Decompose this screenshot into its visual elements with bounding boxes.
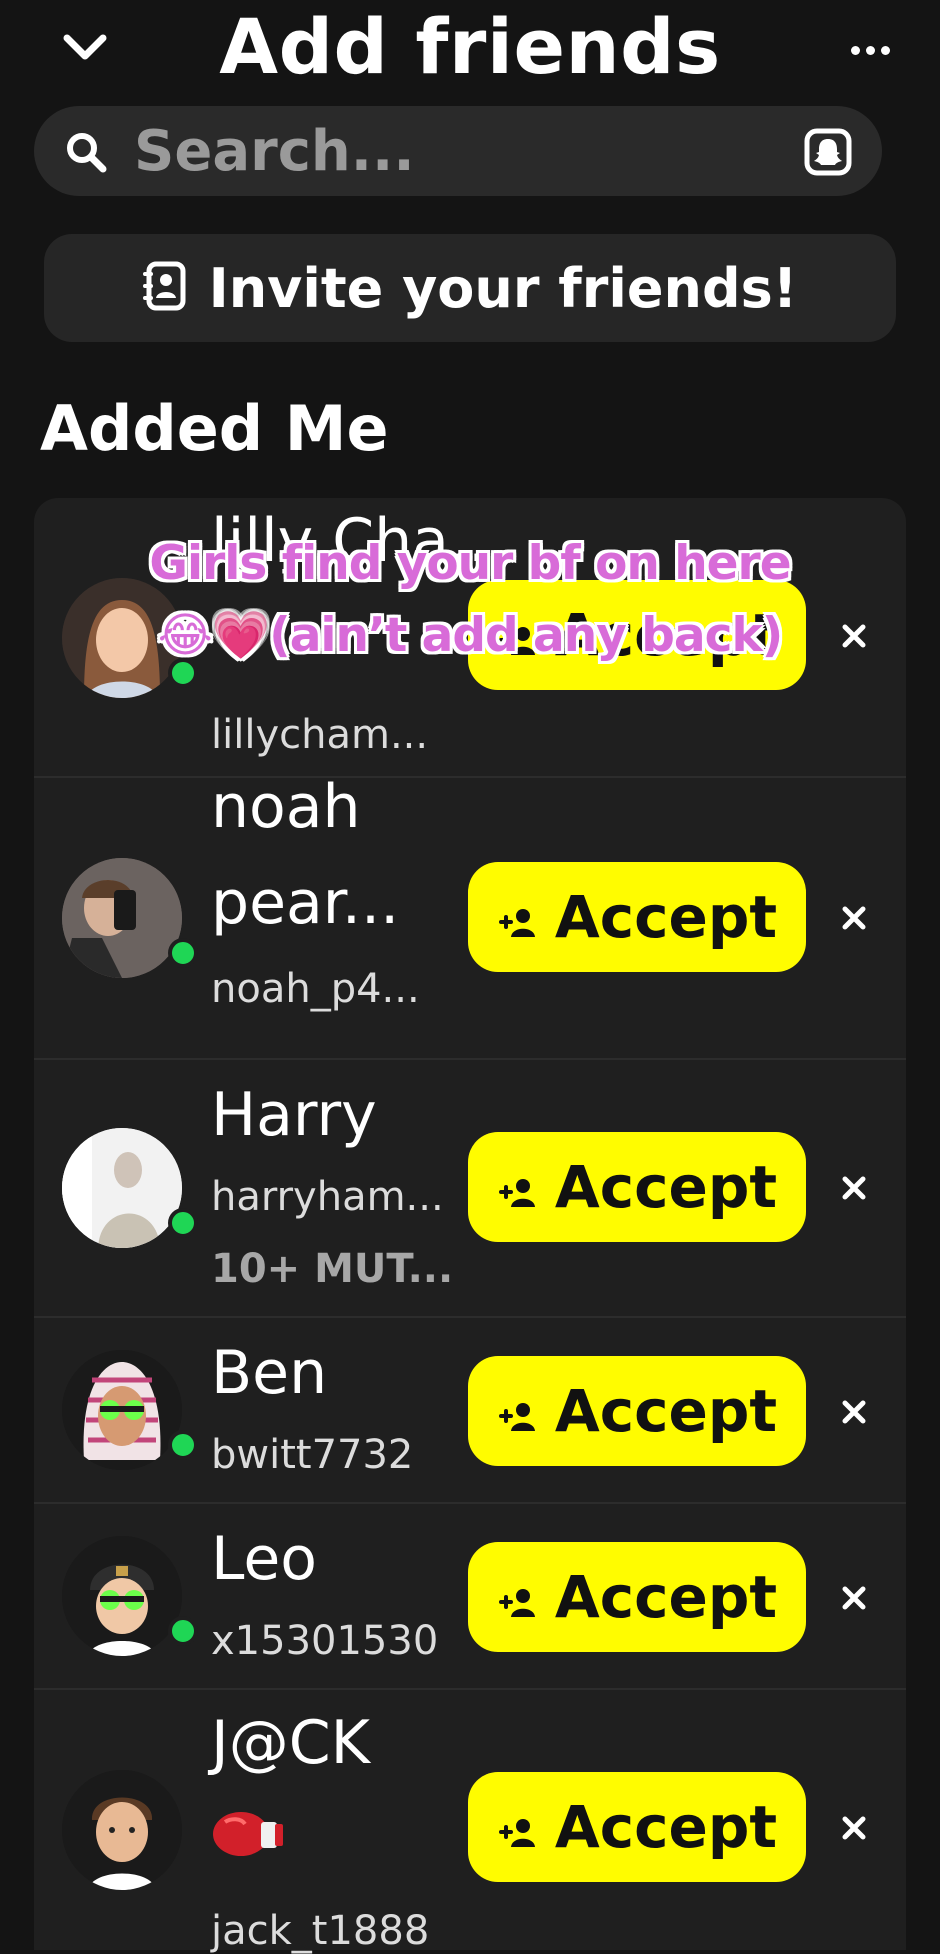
accept-button[interactable]: Accept xyxy=(468,1772,806,1882)
dismiss-icon[interactable] xyxy=(834,616,874,656)
mutual-friends-count: 10+ MUT... xyxy=(211,1246,454,1292)
accept-button[interactable]: Accept xyxy=(468,1132,806,1242)
add-friend-icon xyxy=(497,1563,537,1631)
online-status-dot xyxy=(168,1430,198,1460)
request-username: bwitt7732 xyxy=(211,1432,414,1478)
friend-request-list: lilly Cha... lillycham... Accept noah pe… xyxy=(34,498,906,1954)
invite-label: Invite your friends! xyxy=(208,256,798,320)
request-name: J@CK xyxy=(211,1708,370,1778)
accept-button[interactable]: Accept xyxy=(468,1356,806,1466)
more-options-icon[interactable] xyxy=(840,30,900,70)
avatar xyxy=(62,1128,182,1248)
request-name-continued: pear... xyxy=(211,868,400,938)
dismiss-icon[interactable] xyxy=(834,1168,874,1208)
snapcode-scan-icon[interactable] xyxy=(804,128,852,180)
dismiss-icon[interactable] xyxy=(834,898,874,938)
overlay-caption-line1: Girls find your bf on here xyxy=(149,536,791,591)
list-item[interactable]: Harry harryham... 10+ MUT... Accept xyxy=(34,1060,906,1318)
search-input[interactable] xyxy=(134,118,784,184)
avatar xyxy=(62,858,182,978)
list-item[interactable]: J@CK jack_t1888 Accept xyxy=(34,1690,906,1954)
search-icon xyxy=(64,130,108,178)
online-status-dot xyxy=(168,938,198,968)
contacts-book-icon xyxy=(142,261,189,315)
request-username: noah_p4... xyxy=(211,966,420,1012)
boxing-glove-icon xyxy=(211,1808,285,1864)
avatar xyxy=(62,1350,182,1470)
dismiss-icon[interactable] xyxy=(834,1392,874,1432)
request-name: Harry xyxy=(211,1080,377,1150)
request-name: noah xyxy=(211,772,361,842)
section-title: Added Me xyxy=(40,392,389,465)
overlay-caption-line2: 😂💗(ain’t add any back) xyxy=(157,608,783,663)
accept-button[interactable]: Accept xyxy=(468,1542,806,1652)
request-name: Leo xyxy=(211,1524,317,1594)
request-username: lillycham... xyxy=(211,712,429,758)
add-friend-icon xyxy=(497,1377,537,1445)
avatar xyxy=(62,1770,182,1890)
request-username: harryham... xyxy=(211,1174,444,1220)
list-item[interactable]: Ben bwitt7732 Accept xyxy=(34,1318,906,1504)
request-name: Ben xyxy=(211,1338,328,1408)
list-item[interactable]: noah pear... noah_p4... Accept xyxy=(34,772,906,1060)
avatar xyxy=(62,1536,182,1656)
invite-friends-button[interactable]: Invite your friends! xyxy=(44,234,896,342)
accept-button[interactable]: Accept xyxy=(468,862,806,972)
request-username: jack_t1888 xyxy=(211,1908,430,1954)
search-bar xyxy=(34,106,882,196)
online-status-dot xyxy=(168,1616,198,1646)
add-friend-icon xyxy=(497,1153,537,1221)
overlay-caption: Girls find your bf on here 😂💗(ain’t add … xyxy=(100,528,840,672)
header: Add friends xyxy=(0,0,940,100)
add-friend-icon xyxy=(497,883,537,951)
online-status-dot xyxy=(168,1208,198,1238)
dismiss-icon[interactable] xyxy=(834,1578,874,1618)
list-item[interactable]: Leo x15301530 Accept xyxy=(34,1504,906,1690)
page-title: Add friends xyxy=(219,2,721,91)
request-username: x15301530 xyxy=(211,1618,439,1664)
add-friend-icon xyxy=(497,1793,537,1861)
dismiss-icon[interactable] xyxy=(834,1808,874,1848)
